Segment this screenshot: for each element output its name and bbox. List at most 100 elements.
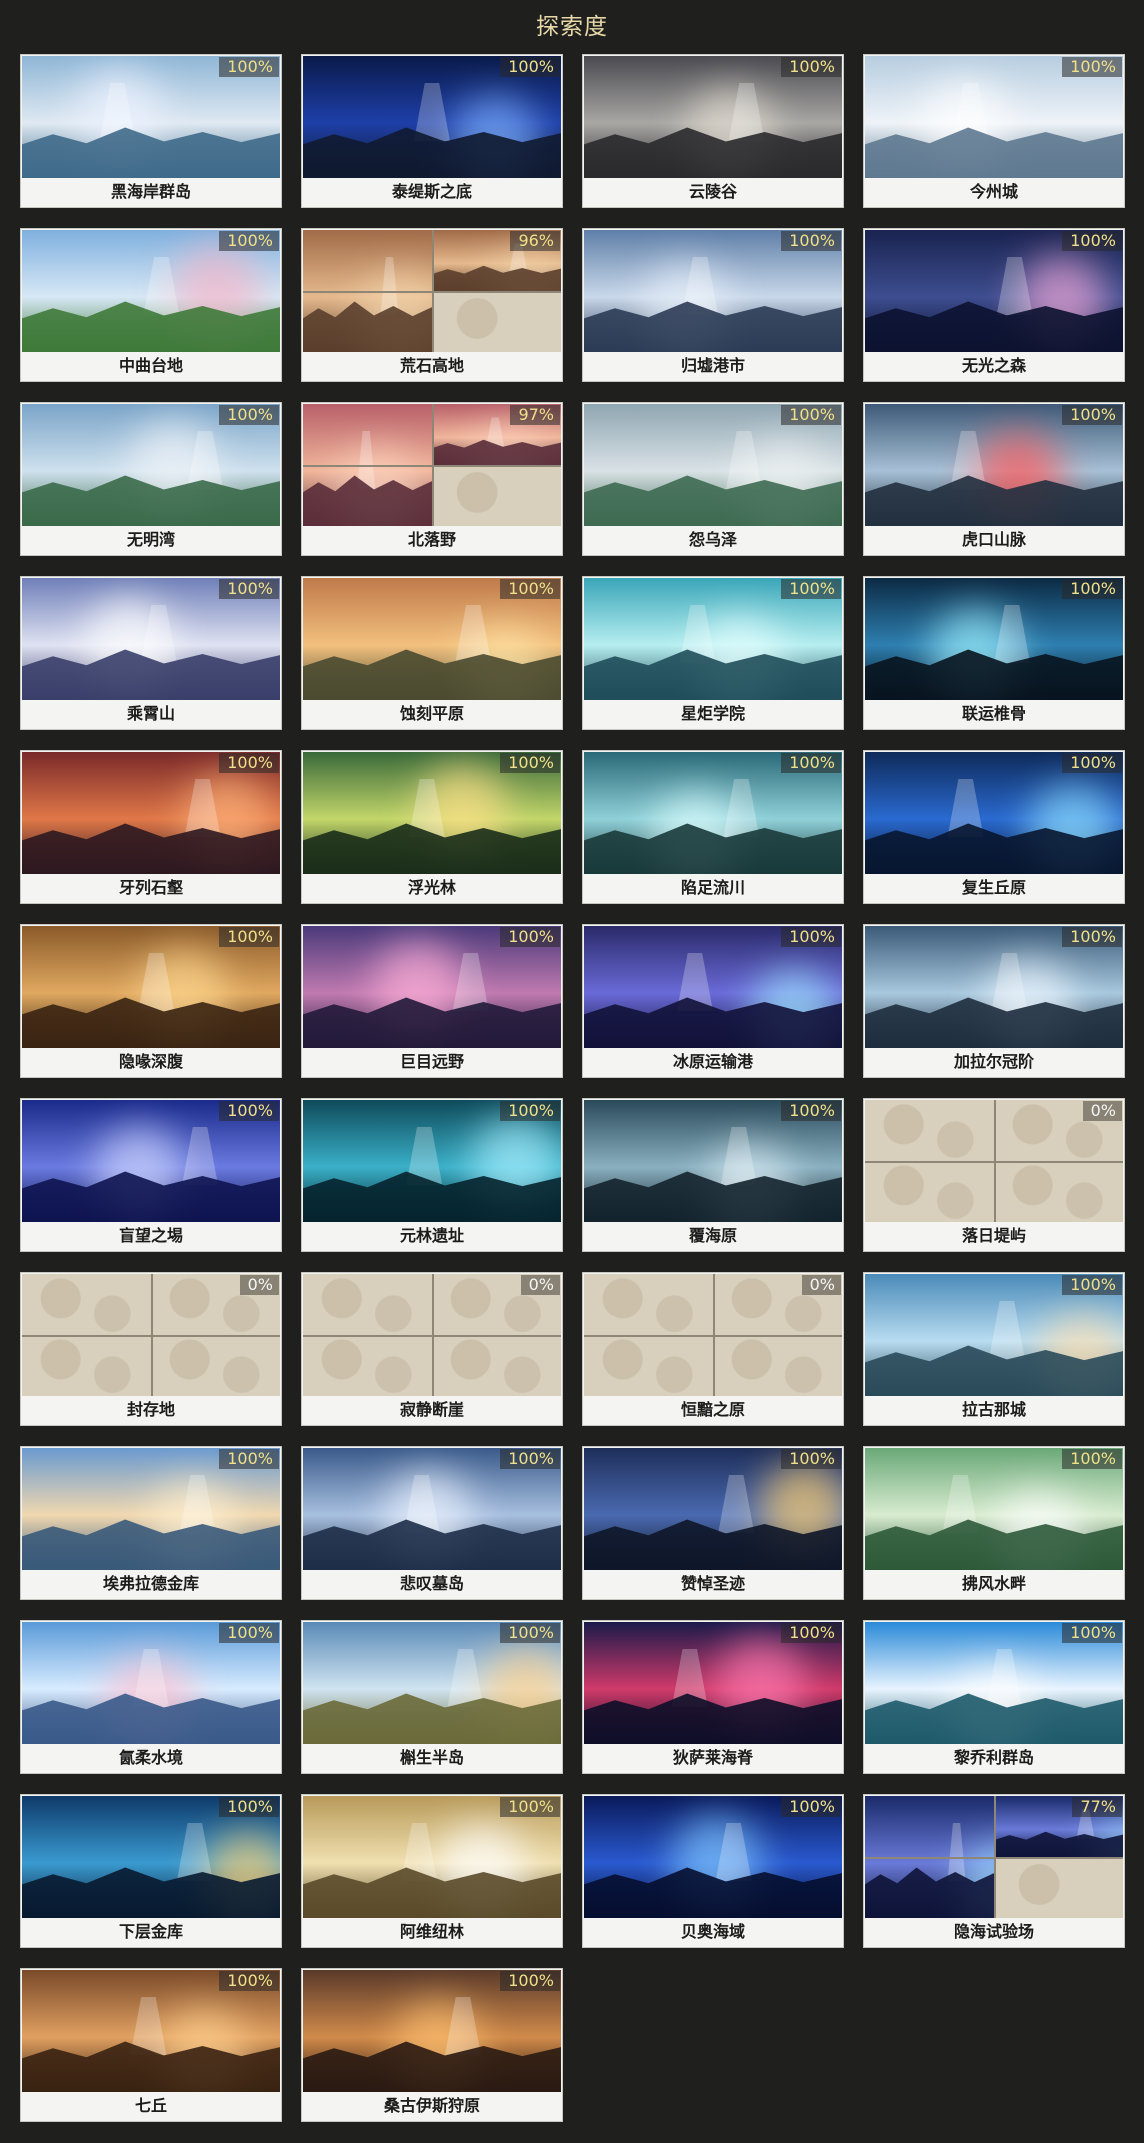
region-card[interactable]: 100% 黑海岸群岛 <box>20 54 282 208</box>
region-card[interactable]: 100% 埃弗拉德金库 <box>20 1446 282 1600</box>
exploration-percent: 100% <box>781 57 841 77</box>
region-card[interactable]: 100% 虎口山脉 <box>863 402 1125 556</box>
region-thumbnail: 100% <box>303 926 561 1048</box>
region-thumbnail: 100% <box>865 230 1123 352</box>
region-card[interactable]: 100% 阿维纽林 <box>301 1794 563 1948</box>
region-card[interactable]: 100% 无光之森 <box>863 228 1125 382</box>
exploration-percent: 100% <box>781 927 841 947</box>
region-name: 赞悼圣迹 <box>680 1574 745 1593</box>
region-card[interactable]: 100% 冰原运输港 <box>582 924 844 1078</box>
region-card[interactable]: 100% 蚀刻平原 <box>301 576 563 730</box>
region-thumbnail: 100% <box>22 404 280 526</box>
region-thumbnail: 100% <box>865 404 1123 526</box>
exploration-percent: 100% <box>219 1449 279 1469</box>
fog-tile <box>994 1161 1123 1222</box>
exploration-percent: 100% <box>781 405 841 425</box>
exploration-percent: 100% <box>219 231 279 251</box>
region-thumbnail: 100% <box>22 926 280 1048</box>
region-card[interactable]: 100% 黎乔利群岛 <box>863 1620 1125 1774</box>
region-name: 氤柔水境 <box>118 1748 183 1767</box>
region-card[interactable]: 100% 桑古伊斯狩原 <box>301 1968 563 2122</box>
region-name: 陷足流川 <box>680 878 745 897</box>
region-name: 巨目远野 <box>399 1052 464 1071</box>
region-card[interactable]: 100% 元林遗址 <box>301 1098 563 1252</box>
region-name: 星炬学院 <box>680 704 745 723</box>
region-name: 蚀刻平原 <box>399 704 464 723</box>
region-card[interactable]: 100% 云陵谷 <box>582 54 844 208</box>
tile-divider <box>303 465 432 467</box>
exploration-percent: 96% <box>510 231 560 251</box>
region-card[interactable]: 0% 寂静断崖 <box>301 1272 563 1426</box>
region-card[interactable]: 0% 恒黯之原 <box>582 1272 844 1426</box>
region-thumbnail: 100% <box>584 56 842 178</box>
exploration-percent: 100% <box>219 1101 279 1121</box>
region-card[interactable]: 100% 今州城 <box>863 54 1125 208</box>
region-card[interactable]: 100% 槲生半岛 <box>301 1620 563 1774</box>
region-card[interactable]: 100% 牙列石壑 <box>20 750 282 904</box>
region-card[interactable]: 100% 无明湾 <box>20 402 282 556</box>
region-card[interactable]: 100% 归墟港市 <box>582 228 844 382</box>
exploration-percent: 100% <box>500 1623 560 1643</box>
region-thumbnail: 0% <box>584 1274 842 1396</box>
region-card[interactable]: 100% 隐喙深腹 <box>20 924 282 1078</box>
region-name: 牙列石壑 <box>118 878 183 897</box>
region-card[interactable]: 100% 悲叹墓岛 <box>301 1446 563 1600</box>
region-name: 恒黯之原 <box>680 1400 745 1419</box>
exploration-percent: 100% <box>781 579 841 599</box>
region-card[interactable]: 100% 联运椎骨 <box>863 576 1125 730</box>
exploration-percent: 100% <box>1062 1623 1122 1643</box>
region-name: 加拉尔冠阶 <box>953 1052 1034 1071</box>
exploration-percent: 100% <box>500 1971 560 1991</box>
region-thumbnail: 100% <box>22 56 280 178</box>
region-thumbnail: 100% <box>865 1622 1123 1744</box>
region-name: 北落野 <box>407 530 456 549</box>
region-card[interactable]: 96% 荒石高地 <box>301 228 563 382</box>
region-card[interactable]: 100% 泰缇斯之底 <box>301 54 563 208</box>
region-card[interactable]: 100% 浮光林 <box>301 750 563 904</box>
region-card[interactable]: 0% 封存地 <box>20 1272 282 1426</box>
fog-tile <box>994 1857 1123 1918</box>
region-card[interactable]: 100% 中曲台地 <box>20 228 282 382</box>
region-card[interactable]: 100% 巨目远野 <box>301 924 563 1078</box>
region-card[interactable]: 100% 赞悼圣迹 <box>582 1446 844 1600</box>
region-thumbnail: 100% <box>22 1100 280 1222</box>
region-card[interactable]: 0% 落日堤屿 <box>863 1098 1125 1252</box>
fog-tile <box>22 1335 151 1396</box>
region-thumbnail: 100% <box>303 1970 561 2092</box>
region-card[interactable]: 100% 狄萨莱海脊 <box>582 1620 844 1774</box>
region-thumbnail: 100% <box>22 1796 280 1918</box>
region-thumbnail: 100% <box>303 578 561 700</box>
region-card[interactable]: 77% 隐海试验场 <box>863 1794 1125 1948</box>
region-name: 归墟港市 <box>680 356 745 375</box>
region-card[interactable]: 100% 乘霄山 <box>20 576 282 730</box>
exploration-percent: 100% <box>1062 927 1122 947</box>
region-card[interactable]: 100% 盲望之埸 <box>20 1098 282 1252</box>
region-card[interactable]: 100% 氤柔水境 <box>20 1620 282 1774</box>
region-card[interactable]: 100% 覆海原 <box>582 1098 844 1252</box>
fog-tile <box>865 1100 994 1161</box>
region-card[interactable]: 100% 陷足流川 <box>582 750 844 904</box>
region-card[interactable]: 100% 拉古那城 <box>863 1272 1125 1426</box>
exploration-percent: 100% <box>781 1623 841 1643</box>
region-card[interactable]: 100% 星炬学院 <box>582 576 844 730</box>
region-name: 虎口山脉 <box>961 530 1026 549</box>
region-thumbnail: 100% <box>303 1796 561 1918</box>
region-name: 乘霄山 <box>126 704 175 723</box>
region-name: 冰原运输港 <box>672 1052 753 1071</box>
region-thumbnail: 100% <box>865 1448 1123 1570</box>
region-card[interactable]: 100% 怨乌泽 <box>582 402 844 556</box>
region-name: 贝奥海域 <box>680 1922 745 1941</box>
region-thumbnail: 100% <box>584 1796 842 1918</box>
region-card[interactable]: 100% 复生丘原 <box>863 750 1125 904</box>
region-card[interactable]: 100% 加拉尔冠阶 <box>863 924 1125 1078</box>
exploration-percent: 0% <box>1082 1101 1122 1121</box>
tile-divider <box>865 1857 994 1859</box>
region-card[interactable]: 100% 七丘 <box>20 1968 282 2122</box>
exploration-percent: 100% <box>500 1449 560 1469</box>
region-card[interactable]: 100% 下层金库 <box>20 1794 282 1948</box>
region-name: 狄萨莱海脊 <box>672 1748 753 1767</box>
exploration-percent: 100% <box>219 753 279 773</box>
region-card[interactable]: 100% 拂风水畔 <box>863 1446 1125 1600</box>
region-card[interactable]: 100% 贝奥海域 <box>582 1794 844 1948</box>
region-card[interactable]: 97% 北落野 <box>301 402 563 556</box>
